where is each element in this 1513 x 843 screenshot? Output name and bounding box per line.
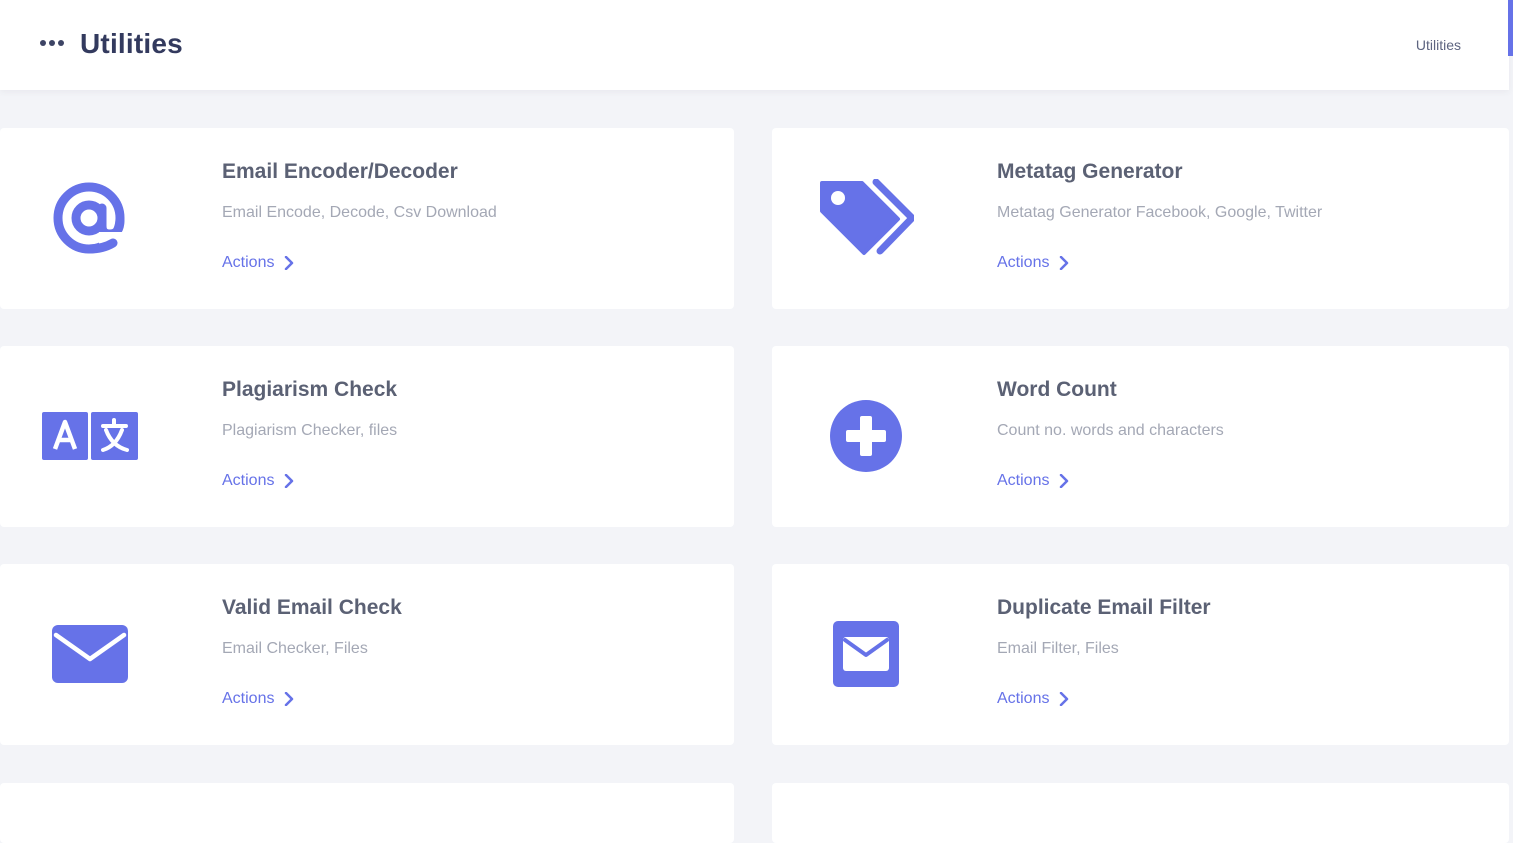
actions-link[interactable]: Actions bbox=[222, 254, 294, 272]
card-subtitle: Count no. words and characters bbox=[997, 422, 1224, 439]
card-title: Valid Email Check bbox=[222, 596, 402, 619]
utility-card-partial[interactable] bbox=[772, 783, 1509, 843]
card-subtitle: Email Filter, Files bbox=[997, 640, 1119, 657]
envelope-square-icon bbox=[816, 604, 916, 704]
card-title: Email Encoder/Decoder bbox=[222, 160, 458, 183]
chevron-right-icon bbox=[1060, 474, 1069, 488]
utility-card-email-encoder[interactable]: Email Encoder/Decoder Email Encode, Deco… bbox=[0, 128, 734, 309]
card-title: Plagiarism Check bbox=[222, 378, 398, 401]
card-title: Duplicate Email Filter bbox=[997, 596, 1211, 619]
plus-circle-icon bbox=[816, 386, 916, 486]
utility-card-partial[interactable] bbox=[0, 783, 734, 843]
utility-card-word-count[interactable]: Word Count Count no. words and character… bbox=[772, 346, 1509, 527]
actions-label: Actions bbox=[997, 254, 1050, 271]
breadcrumb[interactable]: Utilities bbox=[1416, 37, 1461, 53]
actions-label: Actions bbox=[222, 254, 275, 271]
top-header: Utilities Utilities bbox=[0, 0, 1509, 90]
card-subtitle: Email Checker, Files bbox=[222, 640, 368, 657]
chevron-right-icon bbox=[285, 692, 294, 706]
card-subtitle: Plagiarism Checker, files bbox=[222, 422, 398, 439]
at-sign-icon bbox=[40, 168, 140, 268]
chevron-right-icon bbox=[1060, 256, 1069, 270]
actions-link[interactable]: Actions bbox=[997, 254, 1069, 272]
card-subtitle: Email Encode, Decode, Csv Download bbox=[222, 204, 497, 221]
actions-label: Actions bbox=[997, 690, 1050, 707]
language-icon bbox=[40, 386, 140, 486]
utility-card-plagiarism-check[interactable]: Plagiarism Check Plagiarism Checker, fil… bbox=[0, 346, 734, 527]
scrollbar-thumb[interactable] bbox=[1508, 0, 1513, 56]
card-subtitle: Metatag Generator Facebook, Google, Twit… bbox=[997, 204, 1323, 221]
card-title: Word Count bbox=[997, 378, 1117, 401]
chevron-right-icon bbox=[285, 256, 294, 270]
page-title: Utilities bbox=[80, 28, 183, 59]
utility-card-metatag-generator[interactable]: Metatag Generator Metatag Generator Face… bbox=[772, 128, 1509, 309]
utility-card-duplicate-email-filter[interactable]: Duplicate Email Filter Email Filter, Fil… bbox=[772, 564, 1509, 745]
actions-label: Actions bbox=[222, 690, 275, 707]
chevron-right-icon bbox=[285, 474, 294, 488]
utility-card-valid-email-check[interactable]: Valid Email Check Email Checker, Files A… bbox=[0, 564, 734, 745]
more-horizontal-icon[interactable] bbox=[40, 40, 64, 46]
tags-icon bbox=[816, 168, 916, 268]
chevron-right-icon bbox=[1060, 692, 1069, 706]
actions-link[interactable]: Actions bbox=[222, 472, 294, 490]
actions-link[interactable]: Actions bbox=[997, 690, 1069, 708]
actions-link[interactable]: Actions bbox=[222, 690, 294, 708]
actions-label: Actions bbox=[997, 472, 1050, 489]
actions-label: Actions bbox=[222, 472, 275, 489]
card-title: Metatag Generator bbox=[997, 160, 1183, 183]
envelope-icon bbox=[40, 604, 140, 704]
actions-link[interactable]: Actions bbox=[997, 472, 1069, 490]
